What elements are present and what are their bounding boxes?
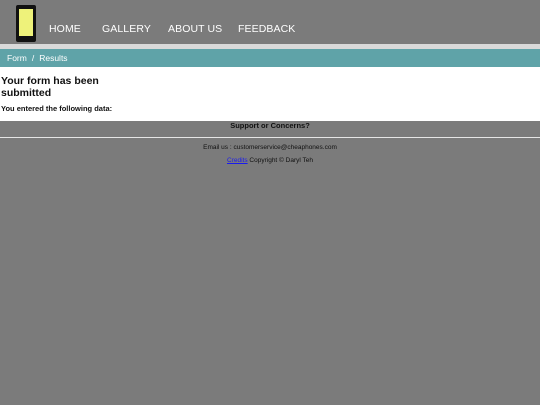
nav-feedback-link[interactable]: FEEDBACK: [238, 23, 295, 35]
results-panel: Your form has been submitted You entered…: [0, 67, 540, 121]
phone-logo-icon[interactable]: [16, 5, 36, 42]
nav-gallery-link[interactable]: GALLERY: [102, 23, 151, 35]
footer-copyright: Credits Copyright © Daryl Teh: [0, 157, 540, 164]
breadcrumb-separator: /: [31, 53, 35, 63]
phone-screen: [19, 9, 33, 36]
footer-email: Email us : customerservice@cheaphones.co…: [203, 144, 337, 151]
credits-link[interactable]: Credits: [227, 157, 248, 164]
nav-about-us-link[interactable]: ABOUT US: [168, 23, 222, 35]
results-subtext: You entered the following data:: [1, 104, 113, 113]
breadcrumb-item-results: Results: [39, 53, 68, 63]
nav-home-link[interactable]: HOME: [49, 23, 81, 35]
page-title: Your form has been submitted: [1, 75, 99, 99]
copyright-text: Copyright © Daryl Teh: [249, 157, 313, 164]
breadcrumb-item-form[interactable]: Form: [7, 53, 27, 63]
footer-divider: [0, 137, 540, 138]
navbar: HOME GALLERY ABOUT US FEEDBACK: [0, 0, 540, 44]
breadcrumb: Form / Results: [0, 49, 540, 67]
support-heading: Support or Concerns?: [230, 121, 310, 130]
